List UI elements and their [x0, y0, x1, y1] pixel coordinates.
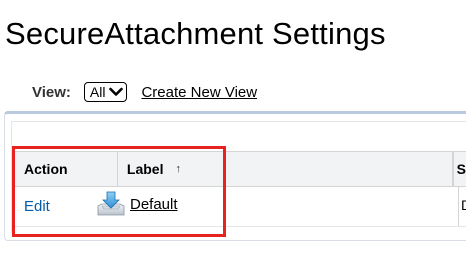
- download-icon: [97, 191, 125, 215]
- row-next-cell-text: D: [461, 197, 466, 213]
- view-label: View:: [32, 83, 71, 101]
- create-new-view-link[interactable]: Create New View: [141, 84, 257, 101]
- page: SecureAttachment Settings View: All Crea…: [0, 0, 466, 274]
- column-header-next[interactable]: S: [452, 152, 466, 186]
- table-row: Edit Default D: [12, 187, 466, 227]
- column-header-label-text: Label: [126, 161, 164, 177]
- column-header-action-label: Action: [24, 161, 68, 177]
- row-next-cell: D: [458, 187, 466, 226]
- view-bar: View: All Create New View: [32, 82, 257, 102]
- sort-ascending-icon: ↑: [175, 163, 182, 175]
- edit-link[interactable]: Edit: [24, 198, 86, 215]
- page-title: SecureAttachment Settings: [5, 16, 386, 51]
- view-select-value: All: [89, 84, 106, 100]
- column-header-label[interactable]: Label ↑: [118, 152, 453, 186]
- column-header-next-text: S: [456, 161, 466, 177]
- table-header: Action Label ↑ S: [12, 151, 466, 187]
- view-select[interactable]: All: [83, 82, 128, 102]
- column-header-action: Action: [12, 152, 118, 186]
- chevron-down-icon: [109, 87, 124, 96]
- default-label-link[interactable]: Default: [130, 196, 178, 213]
